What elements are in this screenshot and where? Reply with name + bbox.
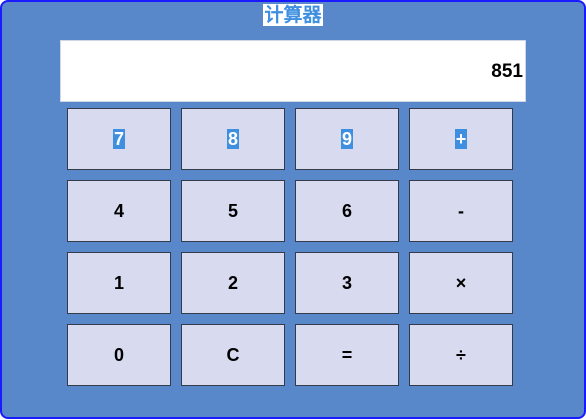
- result-display: 851: [60, 40, 526, 102]
- key-0-label: 0: [113, 345, 124, 365]
- key-3-label: 3: [341, 273, 352, 293]
- key-subtract-label: -: [458, 201, 464, 221]
- key-divide[interactable]: ÷: [409, 324, 513, 386]
- key-5[interactable]: 5: [181, 180, 285, 242]
- key-9-label: 9: [340, 129, 353, 149]
- key-2[interactable]: 2: [181, 252, 285, 314]
- key-7-label: 7: [112, 129, 125, 149]
- key-1-label: 1: [113, 273, 124, 293]
- key-9[interactable]: 9: [295, 108, 399, 170]
- key-6[interactable]: 6: [295, 180, 399, 242]
- key-2-label: 2: [227, 273, 238, 293]
- calculator-window: 计算器 851 7 8 9 + 4 5 6 - 1 2 3 × 0 C = ÷: [0, 0, 586, 419]
- key-divide-label: ÷: [456, 345, 466, 365]
- key-8[interactable]: 8: [181, 108, 285, 170]
- key-4-label: 4: [113, 201, 124, 221]
- key-add[interactable]: +: [409, 108, 513, 170]
- key-equals-label: =: [341, 345, 353, 365]
- key-6-label: 6: [341, 201, 352, 221]
- key-3[interactable]: 3: [295, 252, 399, 314]
- key-7[interactable]: 7: [67, 108, 171, 170]
- key-4[interactable]: 4: [67, 180, 171, 242]
- key-5-label: 5: [227, 201, 238, 221]
- key-1[interactable]: 1: [67, 252, 171, 314]
- key-clear-label: C: [226, 345, 240, 365]
- key-8-label: 8: [226, 129, 239, 149]
- key-multiply-label: ×: [455, 273, 467, 293]
- key-subtract[interactable]: -: [409, 180, 513, 242]
- calculator-title-bar: 计算器: [2, 4, 584, 28]
- display-value: 851: [491, 61, 523, 82]
- calculator-title: 计算器: [263, 4, 323, 26]
- key-add-label: +: [454, 129, 468, 149]
- key-equals[interactable]: =: [295, 324, 399, 386]
- key-clear[interactable]: C: [181, 324, 285, 386]
- key-multiply[interactable]: ×: [409, 252, 513, 314]
- key-0[interactable]: 0: [67, 324, 171, 386]
